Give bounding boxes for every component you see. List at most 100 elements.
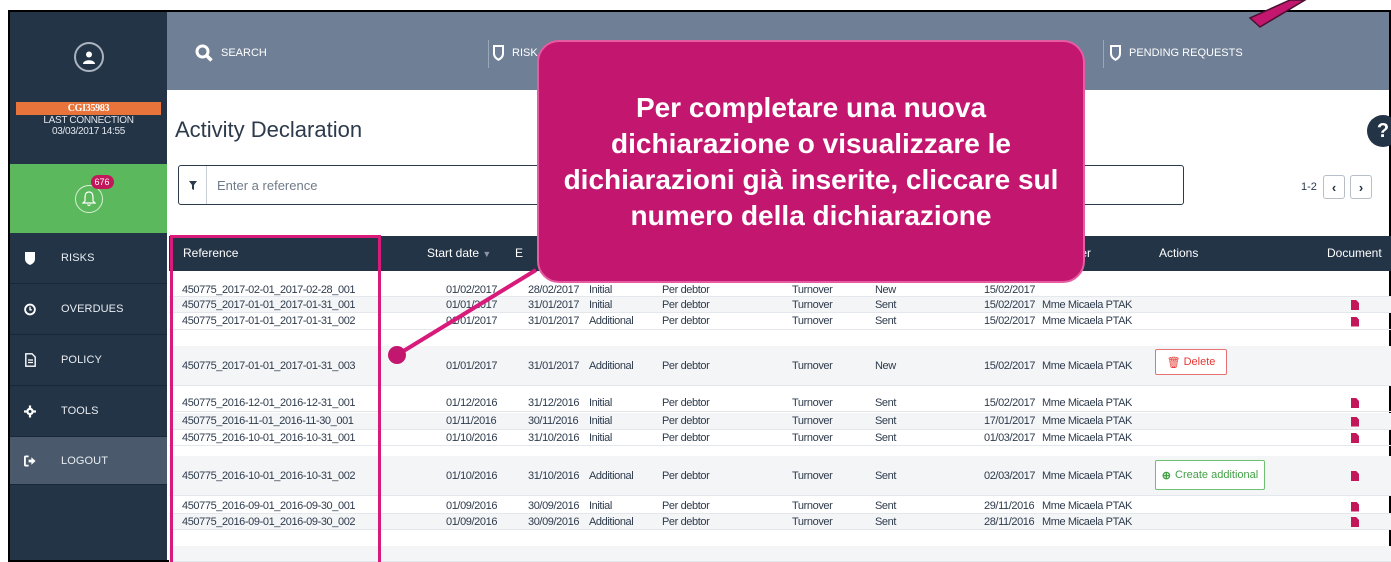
topnav-search-label: SEARCH <box>221 47 267 59</box>
filter-icon[interactable] <box>179 166 207 204</box>
cell-type: Turnover <box>792 415 833 427</box>
cell-end-date: 30/11/2016 <box>528 415 579 427</box>
cell-submitted-by: Mme Micaela PTAK <box>1042 396 1132 409</box>
cell-start-date: 01/10/2016 <box>446 431 498 444</box>
delete-button[interactable]: 🗑 Delete <box>1155 349 1227 375</box>
cell-submitted-by: Mme Micaela PTAK <box>1042 315 1132 327</box>
cell-type: Turnover <box>792 515 833 528</box>
plus-circle-icon: ⊕ <box>1161 469 1172 482</box>
cell-end-date: 28/02/2017 <box>528 283 580 296</box>
topnav-search[interactable]: SEARCH <box>195 36 267 70</box>
sidebar-item-label: RISKS <box>61 252 95 264</box>
reference-column-highlight <box>170 235 381 562</box>
page-title: Activity Declaration <box>175 117 363 142</box>
delete-button-label: Delete <box>1183 356 1216 368</box>
cell-start-date: 01/02/2017 <box>446 283 498 296</box>
notifications-panel[interactable]: 676 <box>10 164 167 233</box>
sidebar-item-logout[interactable]: LOGOUT <box>10 437 167 485</box>
bell-icon <box>81 190 96 206</box>
topnav-divider <box>488 40 489 68</box>
cell-end-date: 31/01/2017 <box>528 298 580 311</box>
cell-basis: Per debtor <box>662 415 710 427</box>
sidebar-item-label: LOGOUT <box>61 454 109 467</box>
column-header-end-date[interactable]: E <box>515 246 523 260</box>
cell-submitted-by: Mme Micaela PTAK <box>1042 469 1132 482</box>
last-connection-label: LAST CONNECTION <box>43 115 134 126</box>
cell-basis: Per debtor <box>662 298 710 311</box>
sidebar-item-risks[interactable]: RISKS <box>10 233 167 284</box>
sidebar-item-label: POLICY <box>61 354 102 366</box>
cell-submitted-date: 01/03/2017 <box>984 431 1036 444</box>
cell-status: Sent <box>875 469 897 482</box>
cell-submitted-date: 15/02/2017 <box>984 396 1036 409</box>
topnav-divider <box>1103 40 1104 68</box>
pagination-prev-button[interactable]: ‹ <box>1323 175 1345 199</box>
cell-declaration-kind: Initial <box>589 415 612 427</box>
cell-status: Sent <box>875 315 897 327</box>
sidebar-header <box>10 12 167 102</box>
cell-end-date: 30/09/2016 <box>528 500 580 512</box>
pdf-document-icon[interactable] <box>1351 416 1359 427</box>
cell-declaration-kind: Additional <box>589 315 634 327</box>
sidebar-item-label: OVERDUES <box>61 303 124 315</box>
cell-basis: Per debtor <box>662 359 710 372</box>
gear-icon <box>24 404 36 418</box>
cell-basis: Per debtor <box>662 431 710 444</box>
cell-basis: Per debtor <box>662 396 710 409</box>
sort-icon: ▼ <box>482 249 492 259</box>
cell-basis: Per debtor <box>662 500 710 512</box>
cell-type: Turnover <box>792 469 833 482</box>
cell-submitted-by: Mme Micaela PTAK <box>1042 515 1132 528</box>
logout-icon <box>24 454 36 468</box>
document-icon <box>24 353 36 367</box>
sidebar-item-overdues[interactable]: OVERDUES <box>10 284 167 335</box>
sidebar-item-tools[interactable]: TOOLS <box>10 386 167 437</box>
cell-submitted-date: 02/03/2017 <box>984 469 1036 482</box>
topnav-risks[interactable]: RISK <box>493 36 538 70</box>
notifications-button[interactable]: 676 <box>74 174 114 213</box>
cell-type: Turnover <box>792 283 833 296</box>
cell-declaration-kind: Initial <box>589 396 612 409</box>
pdf-document-icon[interactable] <box>1351 316 1359 327</box>
cell-type: Turnover <box>792 396 833 409</box>
user-avatar[interactable] <box>73 42 104 72</box>
cell-end-date: 31/10/2016 <box>528 431 580 444</box>
cell-submitted-by: Mme Micaela PTAK <box>1042 415 1132 427</box>
cell-submitted-date: 29/11/2016 <box>984 500 1035 512</box>
pdf-document-icon[interactable] <box>1351 471 1359 481</box>
cell-start-date: 01/10/2016 <box>446 469 498 482</box>
cell-start-date: 01/09/2016 <box>446 515 498 528</box>
cell-status: New <box>875 359 896 372</box>
pdf-document-icon[interactable] <box>1351 398 1359 408</box>
pdf-document-icon[interactable] <box>1351 300 1359 310</box>
pdf-document-icon[interactable] <box>1351 433 1359 443</box>
sidebar-item-policy[interactable]: POLICY <box>10 335 167 386</box>
cell-submitted-by: Mme Micaela PTAK <box>1042 298 1132 311</box>
cell-start-date: 01/01/2017 <box>446 315 498 327</box>
cell-declaration-kind: Initial <box>589 298 612 311</box>
cell-submitted-date: 17/01/2017 <box>984 415 1036 427</box>
cell-submitted-by: Mme Micaela PTAK <box>1042 431 1132 444</box>
help-button[interactable]: ? <box>1367 115 1391 147</box>
pdf-document-icon[interactable] <box>1351 501 1359 512</box>
column-header-actions: Actions <box>1159 246 1199 260</box>
cell-start-date: 01/01/2017 <box>446 359 498 372</box>
pagination-range: 1-2 <box>1301 181 1317 193</box>
last-connection-date: 03/03/2017 14:55 <box>51 126 126 137</box>
cell-submitted-date: 28/11/2016 <box>984 515 1035 528</box>
cell-status: Sent <box>875 515 897 528</box>
cell-type: Turnover <box>792 500 833 512</box>
sidebar-item-label: TOOLS <box>61 405 99 417</box>
cell-status: Sent <box>875 415 897 427</box>
column-header-start-date[interactable]: Start date ▼ <box>427 246 491 260</box>
create-additional-label: Create additional <box>1175 469 1259 481</box>
pdf-document-icon[interactable] <box>1351 517 1359 527</box>
cell-start-date: 01/09/2016 <box>446 500 498 512</box>
cell-basis: Per debtor <box>662 315 710 327</box>
create-additional-button[interactable]: ⊕ Create additional <box>1155 460 1265 490</box>
topnav-pending-requests[interactable]: PENDING REQUESTS <box>1110 36 1243 70</box>
shield-icon <box>493 45 504 61</box>
instruction-callout: Per completare una nuova dichiarazione o… <box>537 40 1085 283</box>
notification-count-badge: 676 <box>90 174 114 189</box>
pagination-next-button[interactable]: › <box>1350 175 1372 199</box>
